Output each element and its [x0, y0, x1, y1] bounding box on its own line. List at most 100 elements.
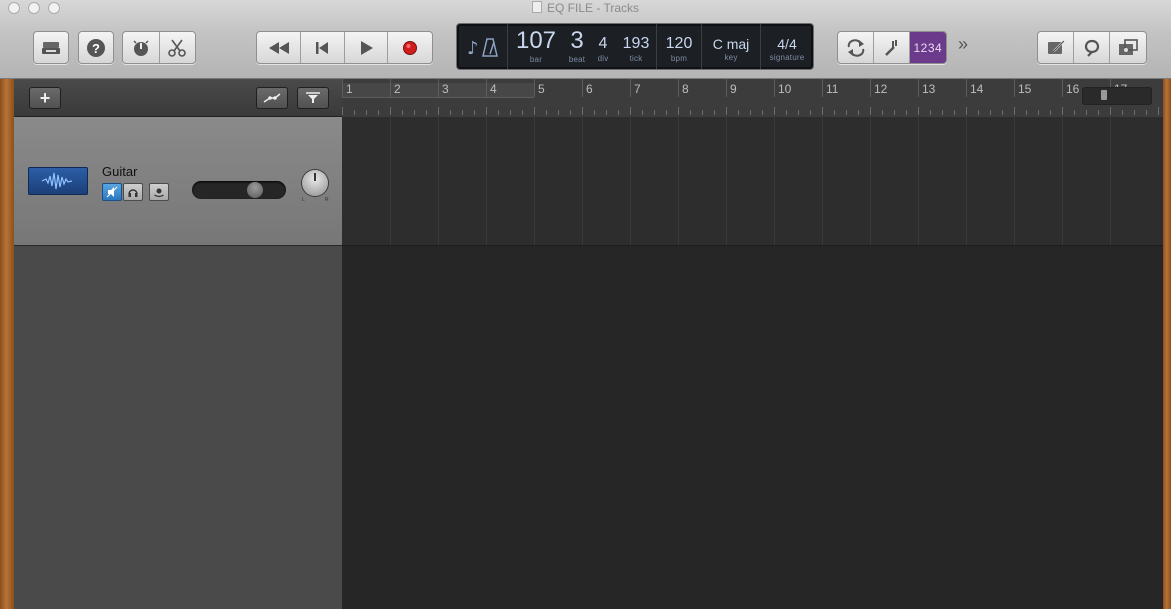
- bar-grid-line: [630, 117, 631, 245]
- rewind-button[interactable]: [257, 32, 302, 63]
- bar-grid-line: [486, 117, 487, 245]
- bar-grid-line: [726, 117, 727, 245]
- bar-grid-line: [966, 117, 967, 245]
- window-title: EQ FILE - Tracks: [0, 1, 1171, 15]
- add-track-button[interactable]: +: [29, 87, 61, 109]
- ruler-bar-number: 8: [682, 82, 689, 96]
- record-button[interactable]: [388, 32, 432, 63]
- tuner-icon: [884, 39, 897, 56]
- track-header-bar: +: [14, 79, 342, 117]
- lcd-signature-value: 4/4: [777, 36, 797, 52]
- ruler-bar-number: 12: [874, 82, 888, 96]
- ruler-subdivision-ticks: [342, 107, 1159, 115]
- lcd-signature-label: signature: [769, 53, 805, 62]
- bar-grid-line: [1110, 117, 1111, 245]
- lcd-bar[interactable]: 107 bar: [508, 24, 564, 69]
- ruler-bar-tick: [486, 79, 487, 97]
- ruler-bar-tick: [342, 79, 343, 97]
- zoom-slider[interactable]: [1082, 87, 1152, 105]
- help-icon: ?: [87, 38, 105, 57]
- track-filter-button[interactable]: [297, 87, 329, 109]
- lcd-div-label: div: [597, 54, 609, 63]
- bar-grid-line: [438, 117, 439, 245]
- track-lane-guitar[interactable]: [342, 117, 1163, 246]
- lcd-signature[interactable]: 4/4 signature: [761, 24, 813, 69]
- lcd-bpm-label: bpm: [670, 54, 688, 63]
- document-icon: [531, 1, 542, 13]
- ruler-bar-number: 11: [826, 82, 839, 96]
- media-browser-icon: [1118, 38, 1138, 55]
- volume-slider-knob[interactable]: [247, 182, 264, 198]
- automation-button[interactable]: [256, 87, 288, 109]
- track-name[interactable]: Guitar: [102, 164, 137, 179]
- bar-grid-line: [390, 117, 391, 245]
- ruler-bar-tick: [1062, 79, 1063, 97]
- mute-button[interactable]: [102, 183, 122, 201]
- play-button[interactable]: [345, 32, 388, 63]
- editors-button[interactable]: [160, 32, 196, 63]
- lcd-key-label: key: [724, 53, 738, 62]
- notepad-button[interactable]: [1038, 32, 1075, 63]
- wood-panel-left: [0, 79, 14, 609]
- tracks-area[interactable]: [342, 117, 1163, 609]
- library-button[interactable]: [34, 32, 68, 63]
- zoom-slider-thumb[interactable]: [1101, 90, 1107, 100]
- library-icon: [42, 41, 60, 54]
- bar-grid-line: [1014, 117, 1015, 245]
- lcd-display[interactable]: ♪ 107 bar 3 beat 4 div 193 tick 120 bpm …: [456, 23, 814, 70]
- ruler-bar-tick: [390, 79, 391, 97]
- lcd-tempo[interactable]: 120 bpm: [657, 24, 702, 69]
- waveform-icon: [28, 167, 88, 195]
- ruler-bar-tick: [870, 79, 871, 97]
- ruler-bar-number: 13: [922, 82, 936, 96]
- play-icon: [360, 40, 373, 55]
- ruler-bar-number: 9: [730, 82, 737, 96]
- scissors-icon: [168, 39, 187, 57]
- toolbar: EQ FILE - Tracks ? ♪ 107 bar 3 beat 4 di…: [0, 0, 1171, 79]
- library-button-group: [33, 31, 69, 64]
- ruler-bar-number: 4: [490, 82, 497, 96]
- goto-start-button[interactable]: [301, 32, 345, 63]
- lcd-tick-value: 193: [622, 35, 650, 52]
- smart-controls-button[interactable]: [123, 32, 160, 63]
- lcd-beat-value: 3: [570, 27, 584, 54]
- lcd-beat[interactable]: 3 beat: [564, 24, 590, 69]
- lcd-bpm-value: 120: [665, 35, 693, 52]
- lcd-mode-selector[interactable]: ♪: [457, 24, 508, 69]
- lcd-tick[interactable]: 193 tick: [616, 24, 657, 69]
- input-monitor-icon: [154, 188, 164, 198]
- record-enable-button[interactable]: [149, 183, 169, 201]
- bar-grid-line: [822, 117, 823, 245]
- loop-browser-button[interactable]: [1074, 32, 1110, 63]
- pan-left-label: L: [302, 197, 305, 203]
- ruler-bar-number: 5: [538, 82, 545, 96]
- lcd-div[interactable]: 4 div: [590, 24, 616, 69]
- ruler-bar-number: 7: [634, 82, 641, 96]
- view-button-group: [122, 31, 196, 64]
- lcd-key[interactable]: C maj key: [702, 24, 761, 69]
- bar-grid-line: [534, 117, 535, 245]
- cycle-button[interactable]: [838, 32, 875, 63]
- volume-slider[interactable]: [192, 181, 286, 199]
- bar-grid-line: [918, 117, 919, 245]
- ruler[interactable]: 1234567891011121314151617: [342, 79, 1163, 118]
- bar-grid-line: [870, 117, 871, 245]
- loop-icon: [1084, 39, 1099, 57]
- ruler-bar-tick: [966, 79, 967, 97]
- ruler-bar-tick: [822, 79, 823, 97]
- bar-grid-line: [1062, 117, 1063, 245]
- toolbar-overflow-button[interactable]: »: [958, 34, 968, 55]
- help-button[interactable]: ?: [79, 32, 113, 63]
- pan-knob[interactable]: [302, 170, 328, 196]
- svg-text:?: ?: [92, 41, 100, 56]
- automation-icon: [263, 93, 281, 103]
- track-header-guitar[interactable]: Guitar L R: [14, 117, 342, 246]
- lcd-key-value: C maj: [712, 36, 750, 52]
- pan-indicator: [314, 173, 316, 181]
- media-browser-button[interactable]: [1110, 32, 1146, 63]
- ruler-bar-number: 10: [778, 82, 792, 96]
- tuner-button[interactable]: [874, 32, 910, 63]
- count-in-button[interactable]: 1234: [909, 32, 946, 63]
- cycle-icon: [847, 38, 864, 57]
- solo-button[interactable]: [123, 183, 143, 201]
